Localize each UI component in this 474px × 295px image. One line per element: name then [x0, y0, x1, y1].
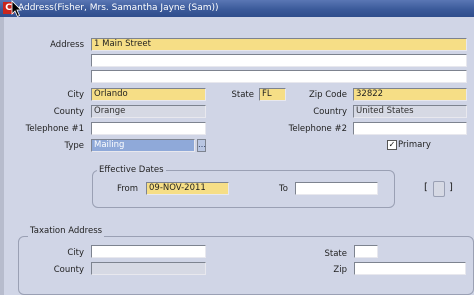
county-field[interactable]: Orange — [91, 105, 206, 118]
zip-code-label: Zip Code — [308, 90, 347, 100]
window-title: Address(Fisher, Mrs. Samantha Jayne (Sam… — [18, 3, 219, 13]
primary-label: Primary — [398, 140, 431, 150]
taxation-address-title: Taxation Address — [28, 225, 105, 237]
address-line1-field[interactable]: 1 Main Street — [91, 38, 467, 51]
city-label: City — [67, 90, 84, 100]
telephone1-field[interactable] — [91, 122, 206, 135]
primary-checkbox[interactable]: ✓ — [387, 140, 397, 150]
type-list-of-values-button[interactable]: … — [197, 139, 206, 152]
city-field[interactable]: Orlando — [91, 88, 206, 101]
type-field[interactable]: Mailing — [91, 139, 195, 152]
tax-city-field[interactable] — [91, 245, 206, 258]
telephone2-field[interactable] — [353, 122, 467, 135]
state-field[interactable]: FL — [259, 88, 286, 101]
country-label: Country — [313, 107, 347, 117]
tax-state-label: State — [324, 249, 348, 259]
to-date-label: To — [279, 184, 288, 194]
mouse-cursor-icon — [11, 0, 22, 18]
tax-county-field[interactable] — [91, 262, 206, 275]
state-label: State — [231, 90, 255, 100]
zip-code-field[interactable]: 32822 — [353, 88, 467, 101]
flexfield-bracket-close: ] — [449, 182, 453, 193]
telephone1-label: Telephone #1 — [25, 124, 84, 134]
type-label: Type — [64, 141, 84, 151]
address-line3-field[interactable] — [91, 70, 467, 83]
to-date-field[interactable] — [295, 182, 378, 195]
tax-city-label: City — [67, 248, 84, 258]
tax-zip-field[interactable] — [354, 262, 466, 275]
flexfield-bracket-open: [ — [424, 182, 428, 193]
tax-state-field[interactable] — [354, 245, 378, 258]
effective-dates-title: Effective Dates — [97, 164, 166, 176]
from-date-label: From — [116, 184, 138, 194]
window-left-frame — [0, 17, 4, 295]
address-label: Address — [50, 40, 84, 50]
country-field[interactable]: United States — [353, 105, 467, 118]
window-titlebar[interactable]: C Address(Fisher, Mrs. Samantha Jayne (S… — [0, 0, 474, 17]
descriptive-flexfield-field[interactable] — [433, 181, 445, 197]
tax-county-label: County — [53, 265, 84, 275]
telephone2-label: Telephone #2 — [288, 124, 347, 134]
county-label: County — [53, 107, 84, 117]
address-line2-field[interactable] — [91, 54, 467, 67]
from-date-field[interactable]: 09-NOV-2011 — [146, 182, 229, 195]
tax-zip-label: Zip — [333, 265, 347, 275]
